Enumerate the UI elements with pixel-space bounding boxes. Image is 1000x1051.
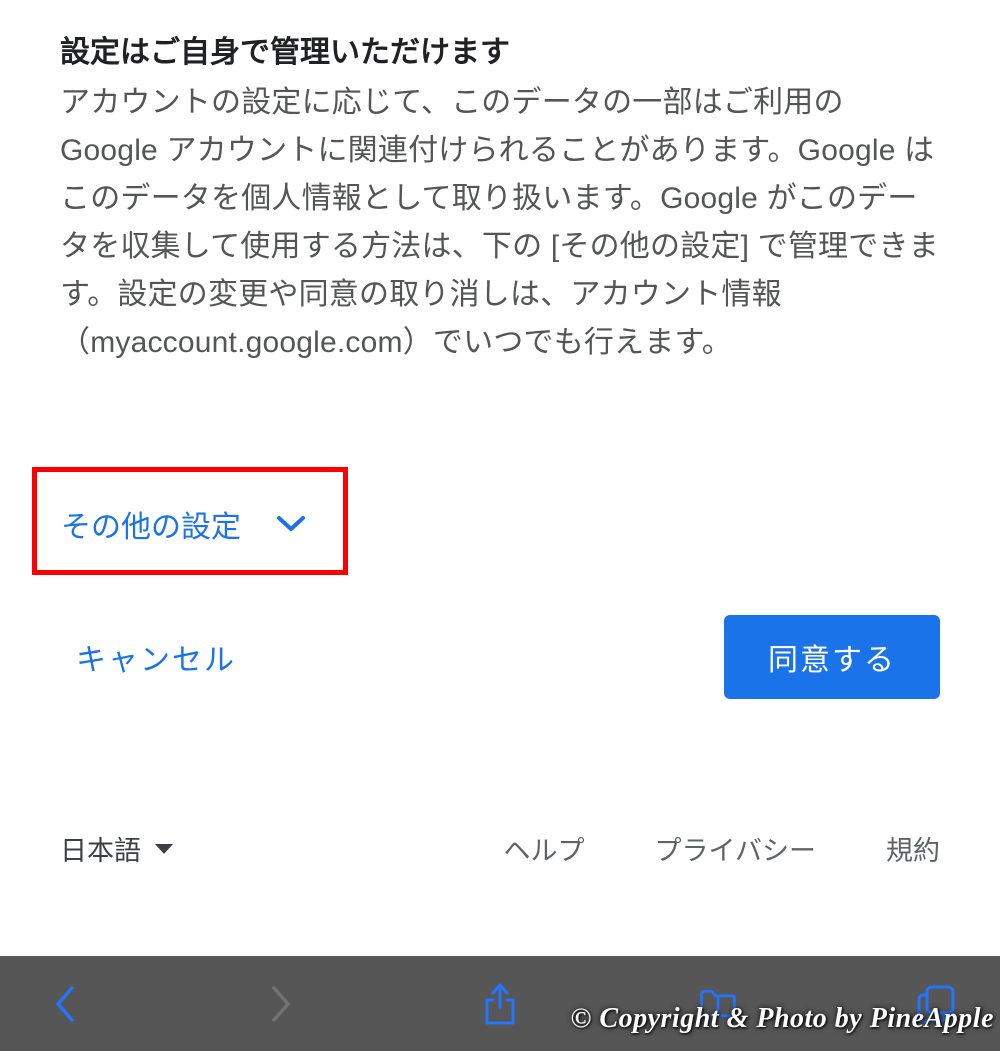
- help-link[interactable]: ヘルプ: [504, 829, 585, 868]
- terms-link[interactable]: 規約: [886, 829, 940, 868]
- highlight-box: その他の設定: [32, 467, 348, 575]
- back-button[interactable]: [44, 984, 84, 1024]
- more-settings-label: その他の設定: [61, 502, 241, 546]
- tabs-button[interactable]: [916, 984, 956, 1024]
- cancel-button[interactable]: キャンセル: [76, 635, 236, 679]
- chevron-down-icon: [277, 516, 305, 532]
- more-settings-toggle[interactable]: その他の設定: [61, 502, 305, 546]
- language-label: 日本語: [60, 829, 141, 868]
- caret-down-icon: [155, 844, 173, 854]
- footer: 日本語 ヘルプ プライバシー 規約: [60, 829, 940, 868]
- section-body: アカウントの設定に応じて、このデータの一部はご利用の Google アカウントに…: [60, 79, 940, 367]
- section-title: 設定はご自身で管理いただけます: [60, 30, 940, 75]
- forward-button: [262, 984, 302, 1024]
- language-selector[interactable]: 日本語: [60, 829, 173, 868]
- bookmarks-button[interactable]: [698, 984, 738, 1024]
- share-button[interactable]: [480, 984, 520, 1024]
- privacy-link[interactable]: プライバシー: [655, 829, 816, 868]
- agree-button[interactable]: 同意する: [724, 615, 940, 699]
- browser-toolbar: [0, 956, 1000, 1051]
